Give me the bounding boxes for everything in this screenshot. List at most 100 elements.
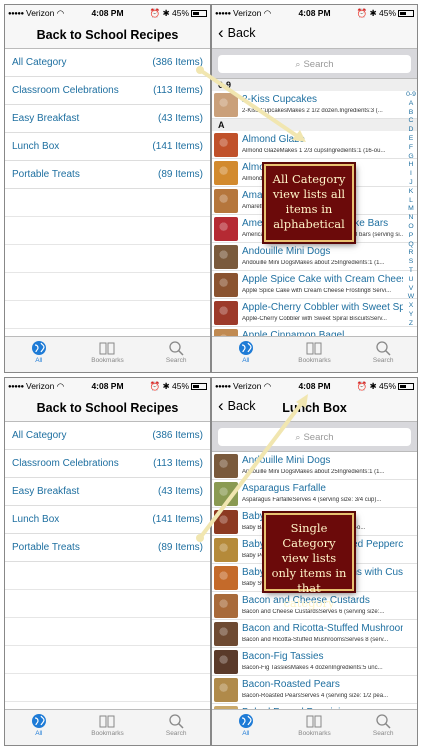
tab-all[interactable]: All bbox=[212, 713, 280, 737]
index-letter[interactable]: L bbox=[406, 197, 416, 206]
search-input[interactable]: ⌕ Search bbox=[218, 55, 411, 73]
tab-search[interactable]: Search bbox=[142, 713, 210, 737]
category-row-portable-treats[interactable]: Portable Treats (89 Items) bbox=[5, 161, 210, 189]
recipe-name: Bacon-Fig Tassies bbox=[242, 651, 324, 662]
index-letter[interactable]: D bbox=[406, 126, 416, 135]
index-letter[interactable]: S bbox=[406, 258, 416, 267]
category-row-lunch-box[interactable]: Lunch Box (141 Items) bbox=[5, 506, 210, 534]
index-letter[interactable]: Q bbox=[406, 241, 416, 250]
alarm-icon: ⏰ bbox=[356, 381, 368, 391]
tab-all[interactable]: All bbox=[212, 340, 280, 364]
globe-icon bbox=[31, 714, 46, 728]
back-button[interactable]: ‹ Back bbox=[218, 23, 255, 42]
search-placeholder: Search bbox=[303, 432, 334, 443]
index-letter[interactable]: O bbox=[406, 223, 416, 232]
category-row-portable-treats[interactable]: Portable Treats (89 Items) bbox=[5, 534, 210, 562]
recipe-row[interactable]: Almond Glaze Almond GlazeMakes 1 2/3 cups… bbox=[212, 131, 417, 159]
recipe-description: Almond GlazeMakes 1 2/3 cupsIngredients:… bbox=[242, 148, 386, 154]
recipe-thumbnail bbox=[214, 245, 238, 269]
index-letter[interactable]: A bbox=[406, 100, 416, 109]
index-letter[interactable]: 0-9 bbox=[406, 91, 416, 100]
search-bar: ⌕ Search bbox=[212, 422, 417, 452]
index-letter[interactable]: Y bbox=[406, 311, 416, 320]
category-count: (89 Items) bbox=[157, 169, 203, 180]
globe-icon bbox=[31, 341, 46, 355]
index-letter[interactable]: N bbox=[406, 214, 416, 223]
tab-search[interactable]: Search bbox=[349, 713, 417, 737]
index-letter[interactable]: J bbox=[406, 179, 416, 188]
recipe-thumbnail bbox=[214, 133, 238, 157]
tab-label: Bookmarks bbox=[298, 357, 331, 364]
recipe-thumbnail bbox=[214, 482, 238, 506]
index-letter[interactable]: W bbox=[406, 293, 416, 302]
recipe-thumbnail bbox=[214, 161, 238, 185]
empty-row bbox=[5, 217, 210, 245]
category-count: (43 Items) bbox=[157, 113, 203, 124]
recipe-row[interactable]: 2-Kiss Cupcakes 2-Kiss CupcakesMakes 2 1/… bbox=[212, 91, 417, 119]
tab-label: Search bbox=[165, 730, 187, 737]
category-row-classroom-celebrations[interactable]: Classroom Celebrations (113 Items) bbox=[5, 450, 210, 478]
category-label: All Category bbox=[12, 430, 67, 441]
category-row-easy-breakfast[interactable]: Easy Breakfast (43 Items) bbox=[5, 105, 210, 133]
tab-label: All bbox=[242, 730, 250, 737]
search-input[interactable]: ⌕ Search bbox=[218, 428, 411, 446]
empty-row bbox=[5, 674, 210, 702]
category-row-all[interactable]: All Category (386 Items) bbox=[5, 422, 210, 450]
index-letter[interactable]: H bbox=[406, 161, 416, 170]
category-row-all[interactable]: All Category (386 Items) bbox=[5, 49, 210, 77]
category-count: (386 Items) bbox=[152, 57, 203, 68]
index-letter[interactable]: K bbox=[406, 188, 416, 197]
recipe-row[interactable]: Bacon-Roasted Pears Bacon-Roasted PearsSe… bbox=[212, 676, 417, 704]
tab-bar: All Bookmarks Search bbox=[5, 336, 210, 372]
status-bar: ●●●●● Verizon ◠ 4:08 PM ⏰ ✱ 45% bbox=[212, 5, 417, 21]
chevron-left-icon: ‹ bbox=[218, 23, 224, 42]
recipe-row[interactable]: Apple Spice Cake with Cream Cheese Frost… bbox=[212, 271, 417, 299]
recipe-row[interactable]: Asparagus Farfalle Asparagus FarfalleServ… bbox=[212, 480, 417, 508]
tab-bookmarks[interactable]: Bookmarks bbox=[281, 713, 349, 737]
category-count: (141 Items) bbox=[152, 514, 203, 525]
index-letter[interactable]: C bbox=[406, 117, 416, 126]
recipe-row[interactable]: Apple Cinnamon Bagel bbox=[212, 327, 417, 336]
section-index[interactable]: 0-9 A B C D E F G H I J K L M N O P Q R S T U V W X Y Z bbox=[406, 91, 416, 329]
category-row-classroom-celebrations[interactable]: Classroom Celebrations (113 Items) bbox=[5, 77, 210, 105]
tab-bookmarks[interactable]: Bookmarks bbox=[74, 713, 142, 737]
index-letter[interactable]: I bbox=[406, 170, 416, 179]
tab-all[interactable]: All bbox=[5, 713, 73, 737]
index-letter[interactable]: X bbox=[406, 302, 416, 311]
tab-bookmarks[interactable]: Bookmarks bbox=[281, 340, 349, 364]
recipe-thumbnail bbox=[214, 566, 238, 590]
tab-label: Bookmarks bbox=[91, 730, 124, 737]
index-letter[interactable]: F bbox=[406, 144, 416, 153]
search-icon bbox=[169, 714, 184, 729]
recipe-name: Andouille Mini Dogs bbox=[242, 455, 331, 466]
index-letter[interactable]: T bbox=[406, 267, 416, 276]
recipe-row[interactable]: Bacon and Ricotta-Stuffed Mushrooms Bacon… bbox=[212, 620, 417, 648]
page-title: Back to School Recipes bbox=[36, 28, 179, 42]
index-letter[interactable]: P bbox=[406, 232, 416, 241]
tab-all[interactable]: All bbox=[5, 340, 73, 364]
recipe-row[interactable]: Andouille Mini Dogs Andouille Mini DogsMa… bbox=[212, 243, 417, 271]
recipe-row[interactable]: Apple-Cherry Cobbler with Sweet Spiral B… bbox=[212, 299, 417, 327]
index-letter[interactable]: G bbox=[406, 153, 416, 162]
category-count: (43 Items) bbox=[157, 486, 203, 497]
empty-row bbox=[5, 301, 210, 329]
recipe-name: Almond Glaze bbox=[242, 134, 305, 145]
index-letter[interactable]: B bbox=[406, 109, 416, 118]
tab-search[interactable]: Search bbox=[349, 340, 417, 364]
recipe-name: Apple-Cherry Cobbler with Sweet Spiral B… bbox=[242, 302, 403, 313]
nav-bar: Back to School Recipes bbox=[5, 394, 210, 422]
status-bar: ●●●●● Verizon ◠ 4:08 PM ⏰ ✱ 45% bbox=[212, 378, 417, 394]
category-row-lunch-box[interactable]: Lunch Box (141 Items) bbox=[5, 133, 210, 161]
tab-bookmarks[interactable]: Bookmarks bbox=[74, 340, 142, 364]
index-letter[interactable]: Z bbox=[406, 320, 416, 329]
index-letter[interactable]: R bbox=[406, 249, 416, 258]
tab-search[interactable]: Search bbox=[142, 340, 210, 364]
callout-all-category: All Category view lists all items in alp… bbox=[264, 164, 354, 242]
index-letter[interactable]: E bbox=[406, 135, 416, 144]
index-letter[interactable]: M bbox=[406, 205, 416, 214]
index-letter[interactable]: U bbox=[406, 276, 416, 285]
index-letter[interactable]: V bbox=[406, 285, 416, 294]
category-row-easy-breakfast[interactable]: Easy Breakfast (43 Items) bbox=[5, 478, 210, 506]
recipe-row[interactable]: Andouille Mini Dogs Andouille Mini DogsMa… bbox=[212, 452, 417, 480]
recipe-row[interactable]: Bacon-Fig Tassies Bacon-Fig TassiesMakes … bbox=[212, 648, 417, 676]
